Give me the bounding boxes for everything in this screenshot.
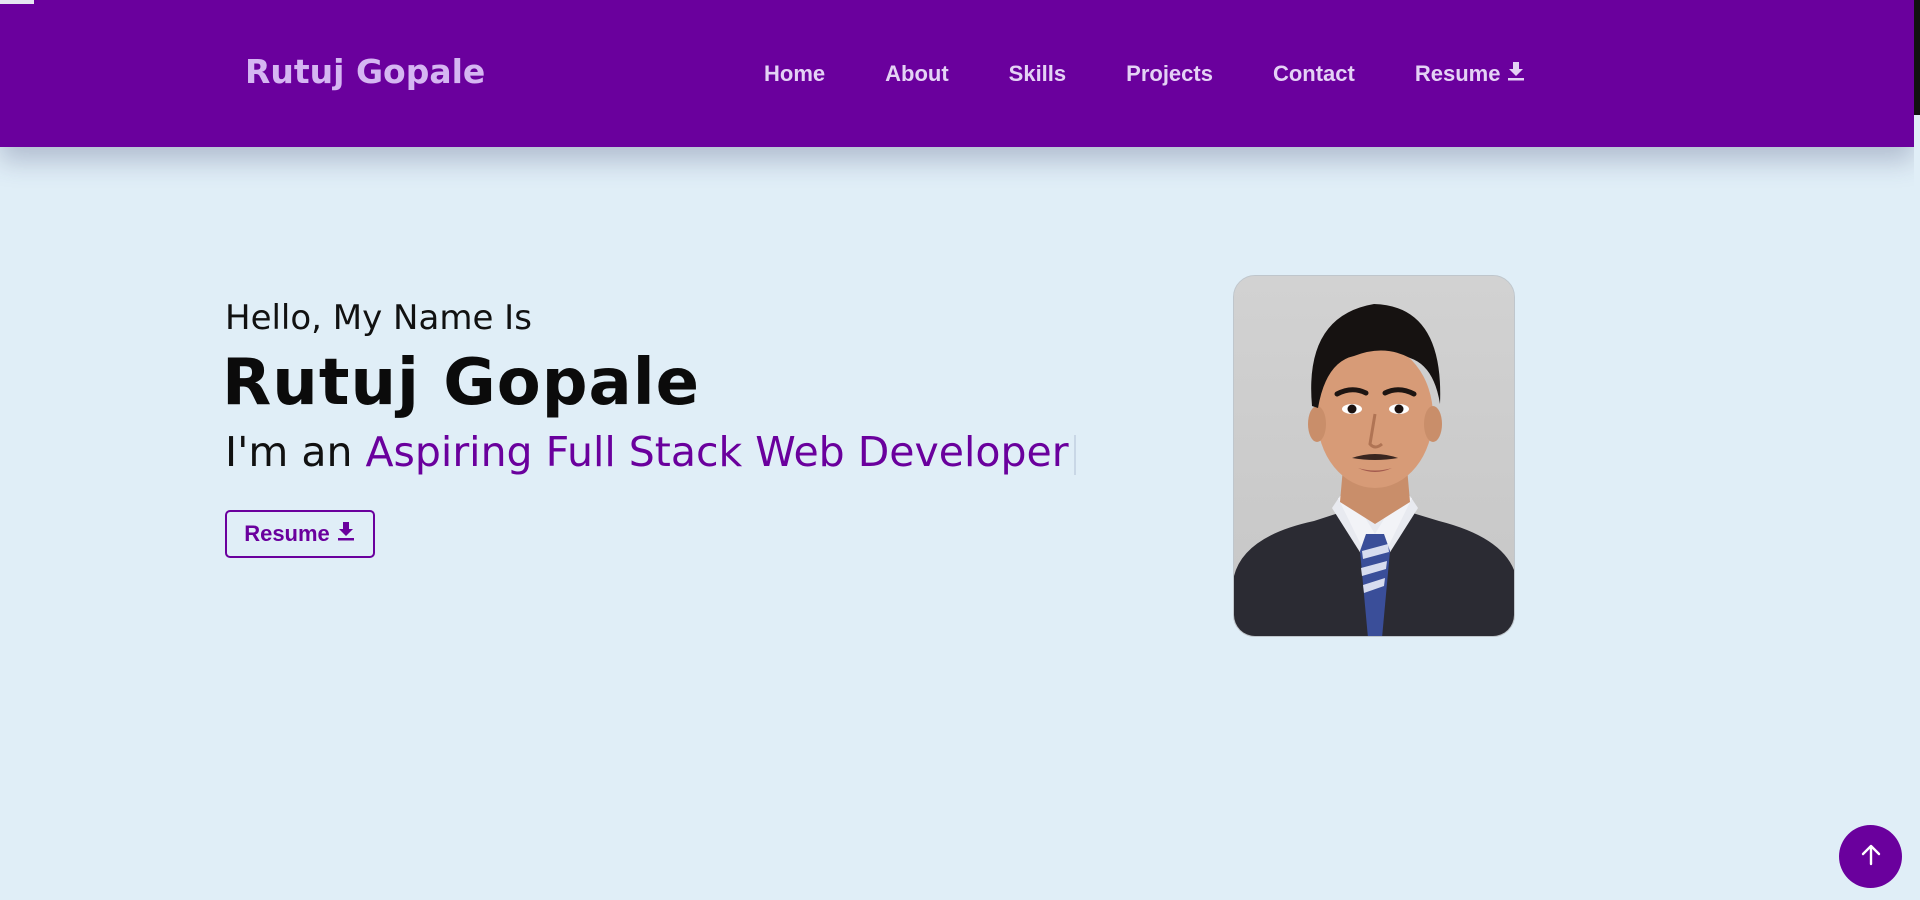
arrow-up-icon — [1858, 842, 1884, 872]
hero-name: Rutuj Gopale — [222, 346, 701, 420]
resume-button-label: Resume — [244, 521, 330, 546]
hero-role: I'm an Aspiring Full Stack Web Developer — [225, 428, 1076, 476]
page-corner-marker — [0, 0, 34, 4]
nav-projects[interactable]: Projects — [1126, 61, 1213, 87]
navbar: Rutuj Gopale Home About Skills Projects … — [0, 0, 1914, 147]
brand-logo[interactable]: Rutuj Gopale — [245, 52, 485, 91]
scrollbar-thumb[interactable] — [1914, 0, 1920, 115]
nav-home-label: Home — [764, 61, 826, 86]
hero-greeting: Hello, My Name Is — [225, 298, 532, 338]
nav-skills-label: Skills — [1008, 61, 1067, 86]
nav-contact-label: Contact — [1272, 61, 1355, 86]
nav-about[interactable]: About — [885, 61, 949, 87]
nav-home[interactable]: Home — [764, 61, 825, 87]
download-icon — [1506, 60, 1526, 88]
nav-about-label: About — [885, 61, 949, 86]
hero-role-typed: Aspiring Full Stack Web Developer — [365, 428, 1069, 476]
profile-photo — [1233, 275, 1515, 637]
download-icon — [336, 520, 356, 548]
typing-cursor — [1073, 435, 1076, 475]
nav-skills[interactable]: Skills — [1009, 61, 1066, 87]
nav-projects-label: Projects — [1126, 61, 1213, 86]
nav-resume-label: Resume — [1414, 61, 1501, 86]
nav-contact[interactable]: Contact — [1273, 61, 1355, 87]
scroll-to-top-button[interactable] — [1839, 825, 1902, 888]
nav-menu: Home About Skills Projects Contact Resum… — [764, 60, 1526, 88]
scrollbar-track[interactable] — [1914, 0, 1920, 900]
resume-button[interactable]: Resume — [225, 510, 375, 558]
hero-role-prefix: I'm an — [225, 428, 353, 476]
nav-resume[interactable]: Resume — [1415, 60, 1527, 88]
